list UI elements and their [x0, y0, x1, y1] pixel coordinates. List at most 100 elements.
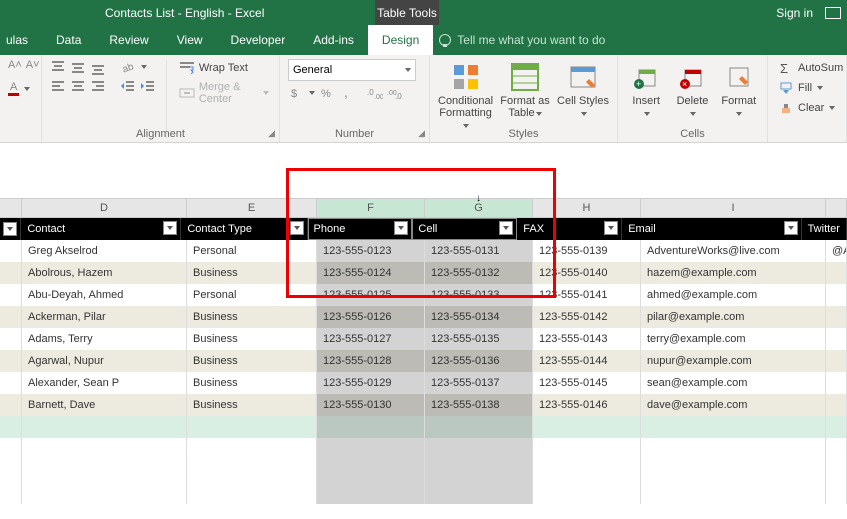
decrease-decimal-icon[interactable]: .00.0: [387, 85, 403, 101]
cell[interactable]: 123-555-0146: [533, 394, 641, 416]
col-H[interactable]: H: [533, 199, 641, 217]
cell[interactable]: 123-555-0139: [533, 240, 641, 262]
cell[interactable]: ahmed@example.com: [641, 284, 826, 306]
th-email[interactable]: Email: [622, 218, 801, 240]
cell[interactable]: [0, 240, 22, 262]
cell[interactable]: Alexander, Sean P: [22, 372, 187, 394]
empty-row[interactable]: [0, 460, 847, 482]
table-row[interactable]: Barnett, DaveBusiness123-555-0130123-555…: [0, 394, 847, 416]
tell-me-search[interactable]: Tell me what you want to do: [439, 33, 605, 47]
cell[interactable]: [0, 306, 22, 328]
empty-row[interactable]: [0, 482, 847, 504]
cell[interactable]: Adams, Terry: [22, 328, 187, 350]
cell[interactable]: terry@example.com: [641, 328, 826, 350]
tab-review[interactable]: Review: [95, 25, 162, 55]
tab-formulas[interactable]: ulas: [0, 25, 42, 55]
cell[interactable]: Business: [187, 394, 317, 416]
cell[interactable]: 123-555-0137: [425, 372, 533, 394]
cell[interactable]: Barnett, Dave: [22, 394, 187, 416]
th-contact[interactable]: Contact: [21, 218, 181, 240]
cell[interactable]: 123-555-0138: [425, 394, 533, 416]
filter-icon[interactable]: [163, 221, 177, 235]
cell[interactable]: 123-555-0125: [317, 284, 425, 306]
cell[interactable]: Agarwal, Nupur: [22, 350, 187, 372]
th-phone[interactable]: Phone: [308, 218, 413, 240]
cell[interactable]: Abolrous, Hazem: [22, 262, 187, 284]
wrap-text-button[interactable]: Wrap Text: [177, 59, 271, 77]
cell[interactable]: [0, 284, 22, 306]
tab-addins[interactable]: Add-ins: [299, 25, 368, 55]
cell[interactable]: [826, 306, 847, 328]
table-row[interactable]: Agarwal, NupurBusiness123-555-0128123-55…: [0, 350, 847, 372]
align-left-icon[interactable]: [50, 78, 66, 94]
cell[interactable]: Personal: [187, 284, 317, 306]
filter-icon[interactable]: [290, 221, 304, 235]
th-contact-type[interactable]: Contact Type: [181, 218, 307, 240]
table-row[interactable]: Greg AkselrodPersonal123-555-0123123-555…: [0, 240, 847, 262]
cell[interactable]: 123-555-0145: [533, 372, 641, 394]
autosum-button[interactable]: Σ AutoSum: [776, 59, 845, 77]
signin-link[interactable]: Sign in: [776, 6, 813, 20]
cell[interactable]: @Adve: [826, 240, 847, 262]
tab-contextual-table-tools[interactable]: Table Tools: [375, 0, 439, 25]
table-row[interactable]: Adams, TerryBusiness123-555-0127123-555-…: [0, 328, 847, 350]
ribbon-display-options-icon[interactable]: [825, 7, 841, 19]
increase-font-button[interactable]: A˄A˅: [8, 59, 40, 71]
cell[interactable]: AdventureWorks@live.com: [641, 240, 826, 262]
cell[interactable]: hazem@example.com: [641, 262, 826, 284]
cell[interactable]: Greg Akselrod: [22, 240, 187, 262]
cell[interactable]: 123-555-0144: [533, 350, 641, 372]
increase-indent-icon[interactable]: [140, 78, 156, 94]
cell[interactable]: 123-555-0126: [317, 306, 425, 328]
increase-decimal-icon[interactable]: .0.00: [367, 85, 383, 101]
cell[interactable]: 123-555-0133: [425, 284, 533, 306]
align-bottom-icon[interactable]: [90, 59, 106, 75]
orientation-icon[interactable]: ab: [120, 59, 136, 75]
col-F[interactable]: F: [317, 199, 425, 217]
cell[interactable]: [826, 394, 847, 416]
table-row[interactable]: Abu-Deyah, AhmedPersonal123-555-0125123-…: [0, 284, 847, 306]
cell[interactable]: [826, 284, 847, 306]
cell[interactable]: 123-555-0135: [425, 328, 533, 350]
cell[interactable]: Business: [187, 262, 317, 284]
cell[interactable]: [826, 328, 847, 350]
number-dialog-launcher-icon[interactable]: ◢: [418, 128, 425, 139]
number-format-select[interactable]: General: [288, 59, 416, 81]
table-row[interactable]: Abolrous, HazemBusiness123-555-0124 123-5…: [0, 262, 847, 284]
cell[interactable]: [0, 350, 22, 372]
th-twitter[interactable]: Twitter: [802, 218, 847, 240]
tab-design[interactable]: Design: [368, 25, 433, 55]
cell[interactable]: 123-555-0129: [317, 372, 425, 394]
cell[interactable]: 123-555-0131: [425, 240, 533, 262]
empty-row[interactable]: [0, 438, 847, 460]
fill-button[interactable]: Fill: [776, 79, 845, 97]
alignment-dialog-launcher-icon[interactable]: ◢: [268, 128, 275, 139]
cell[interactable]: Personal: [187, 240, 317, 262]
decrease-indent-icon[interactable]: [120, 78, 136, 94]
cell[interactable]: 123-555-0128: [317, 350, 425, 372]
comma-format-icon[interactable]: ,: [339, 85, 355, 101]
accounting-format-icon[interactable]: $: [288, 85, 304, 101]
cell[interactable]: 123-555-0124: [317, 262, 425, 284]
tab-developer[interactable]: Developer: [217, 25, 300, 55]
cell[interactable]: 123-555-0142: [533, 306, 641, 328]
cell[interactable]: 123-555-0143: [533, 328, 641, 350]
col-rest[interactable]: [826, 199, 847, 217]
align-middle-icon[interactable]: [70, 59, 86, 75]
cell[interactable]: pilar@example.com: [641, 306, 826, 328]
col-stub[interactable]: [0, 199, 22, 217]
col-D[interactable]: D: [22, 199, 187, 217]
cell[interactable]: 123-555-0127: [317, 328, 425, 350]
cell[interactable]: Business: [187, 328, 317, 350]
th-fax[interactable]: FAX: [517, 218, 622, 240]
cell[interactable]: [0, 262, 22, 284]
align-center-icon[interactable]: [70, 78, 86, 94]
cell[interactable]: dave@example.com: [641, 394, 826, 416]
cell[interactable]: [826, 262, 847, 284]
cell[interactable]: Business: [187, 372, 317, 394]
align-top-icon[interactable]: [50, 59, 66, 75]
cell[interactable]: sean@example.com: [641, 372, 826, 394]
empty-row[interactable]: [0, 416, 847, 438]
cell[interactable]: 123-555-0140: [533, 262, 641, 284]
col-I[interactable]: I: [641, 199, 826, 217]
